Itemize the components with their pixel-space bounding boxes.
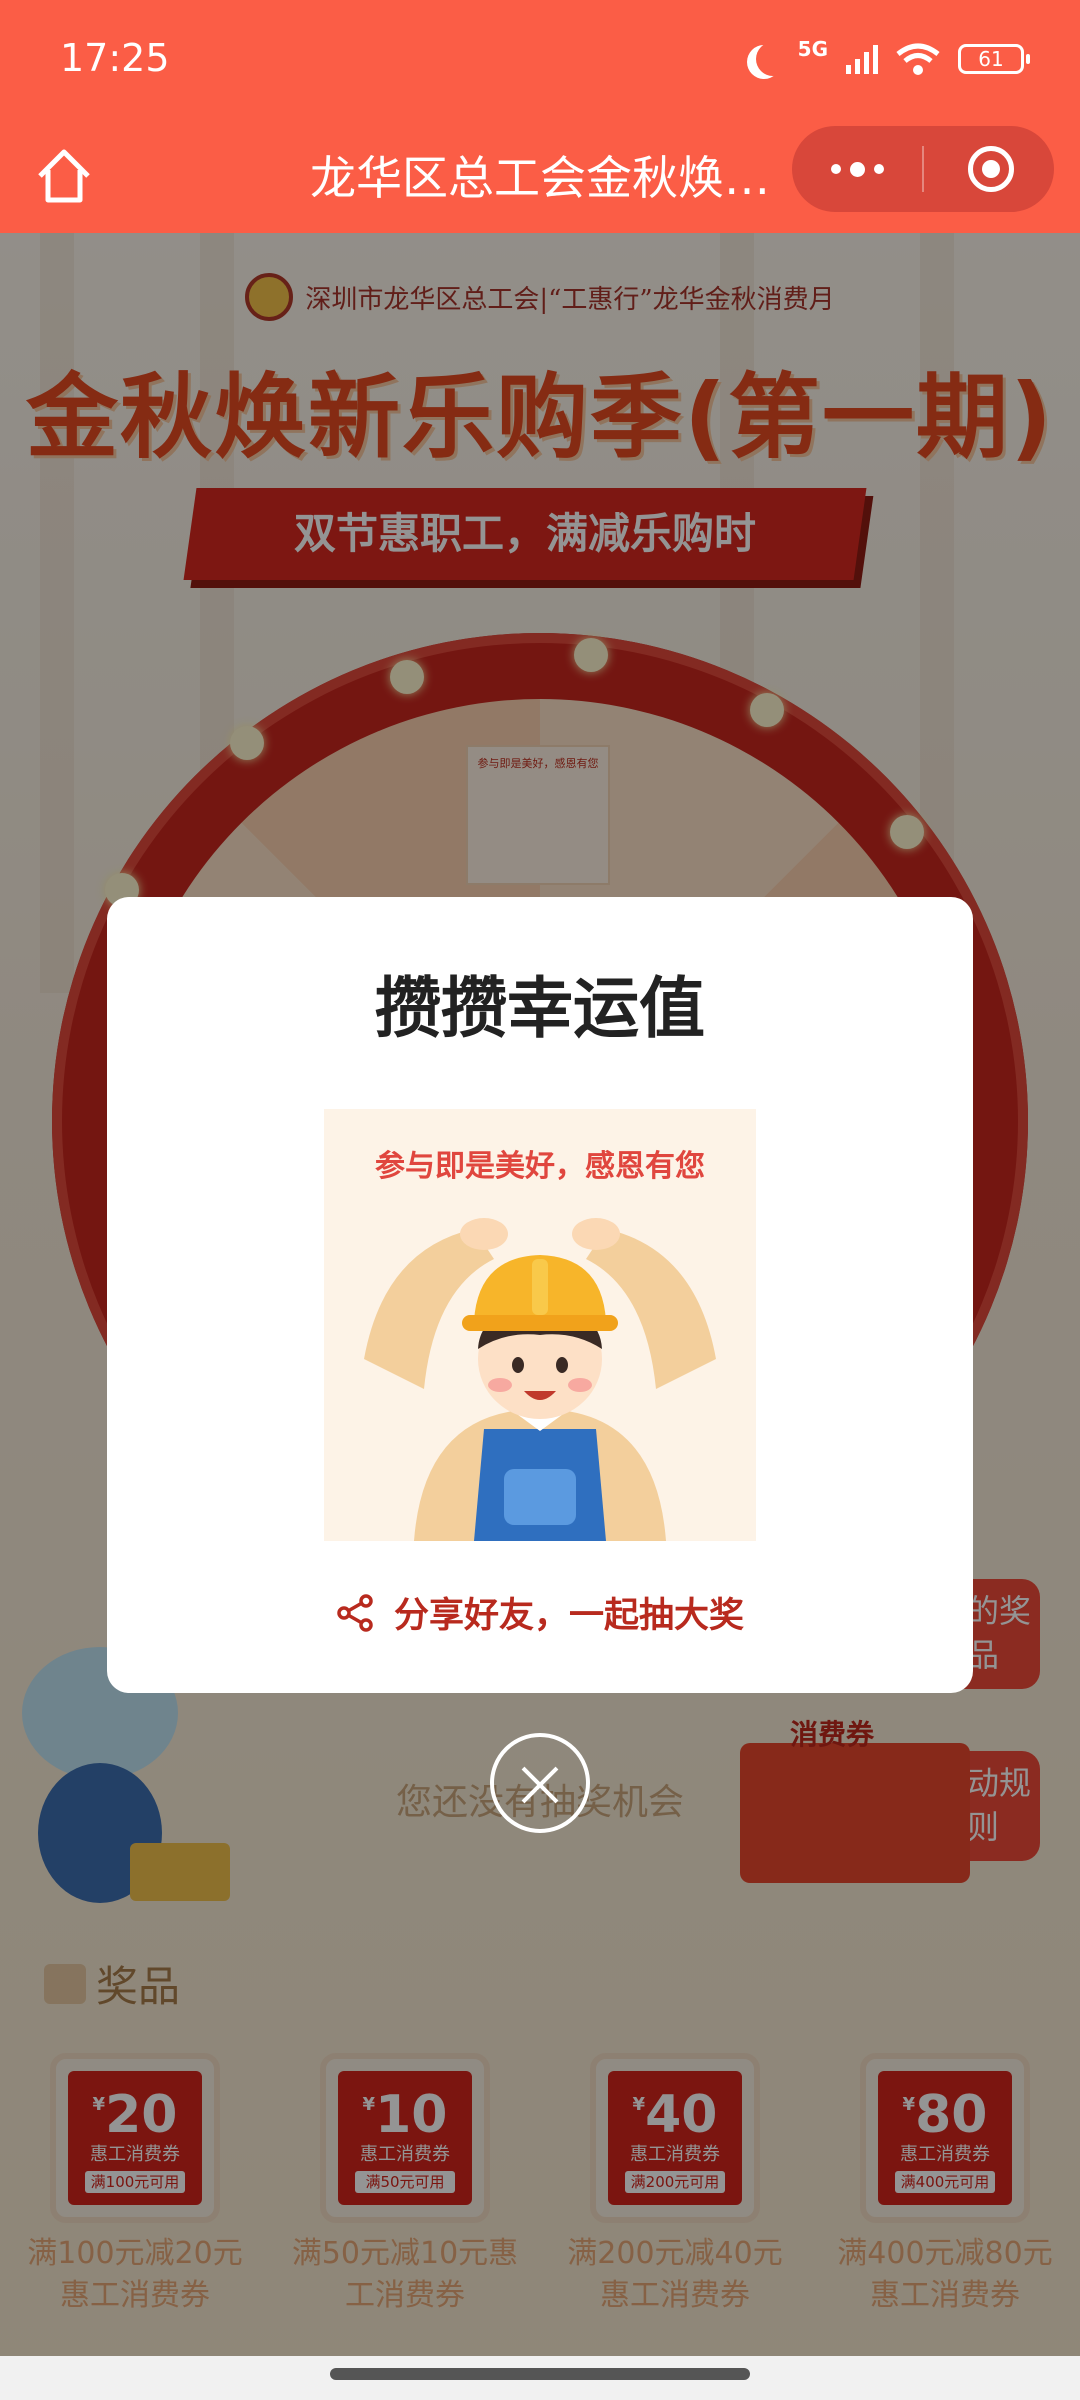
lucky-value-dialog: 攒攒幸运值 参与即是美好，感恩有您 分享好友，一起抽大奖 [107, 897, 973, 1693]
network-type: 5G [797, 37, 828, 61]
title-bar: 龙华区总工会金秋焕新乐购季（第一期） [0, 120, 1080, 233]
share-button[interactable]: 分享好友，一起抽大奖 [107, 1587, 973, 1638]
status-bar: 17:25 5G 61 [0, 0, 1080, 120]
status-icons: 5G 61 [746, 36, 1030, 82]
battery-indicator: 61 [958, 44, 1030, 74]
home-indicator[interactable] [330, 2368, 750, 2380]
page-title: 龙华区总工会金秋焕新乐购季（第一期） [310, 151, 770, 205]
share-icon [337, 1593, 373, 1632]
gesture-bar [0, 2356, 1080, 2400]
home-icon[interactable] [30, 142, 98, 210]
dialog-title: 攒攒幸运值 [375, 970, 705, 1047]
signal-icon [846, 44, 878, 74]
more-menu-icon[interactable] [792, 126, 922, 212]
close-miniprogram-icon[interactable] [968, 146, 1014, 192]
wifi-icon [896, 43, 940, 75]
image-caption: 参与即是美好，感恩有您 [375, 1149, 705, 1184]
do-not-disturb-icon [756, 42, 790, 76]
capsule-divider [922, 146, 924, 192]
miniprogram-capsule [792, 126, 1054, 212]
share-text: 分享好友，一起抽大奖 [393, 1596, 744, 1636]
close-dialog-icon[interactable] [490, 1733, 590, 1833]
thank-you-image: 参与即是美好，感恩有您 [324, 1109, 756, 1541]
status-time: 17:25 [60, 36, 170, 80]
